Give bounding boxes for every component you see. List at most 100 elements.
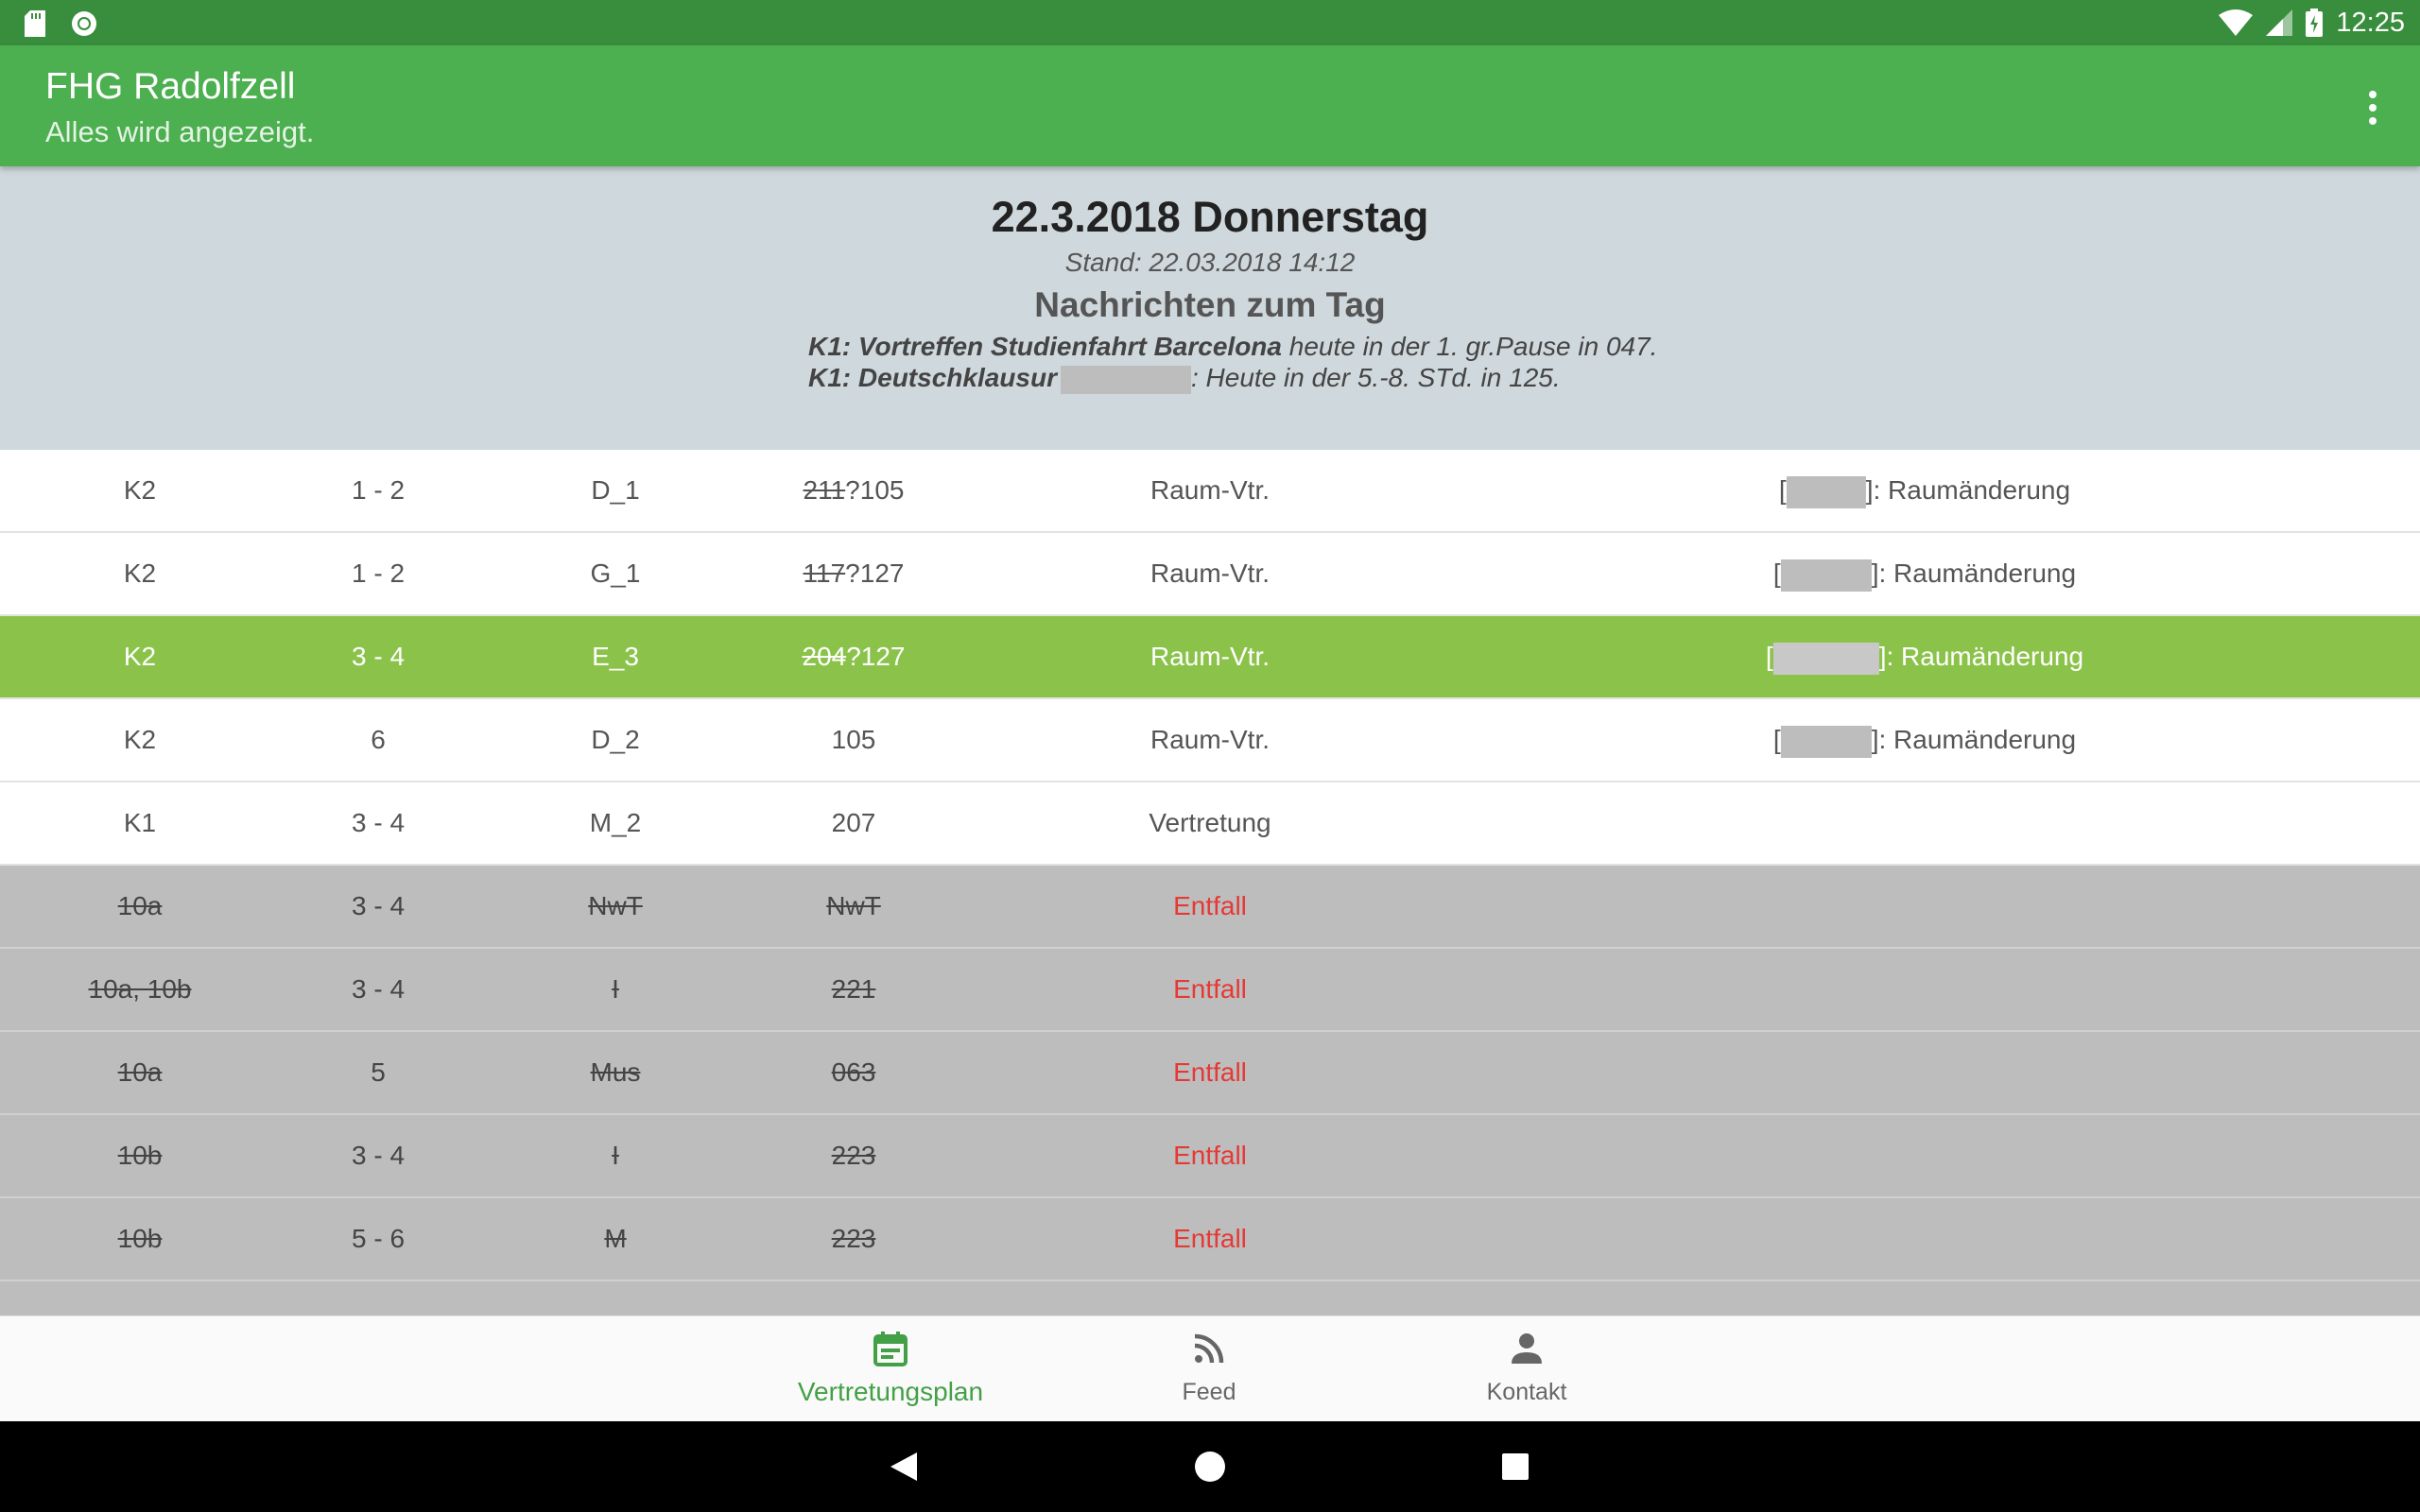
type-cell: Entfall (1173, 1057, 1247, 1087)
class-cell: 10a (117, 891, 163, 920)
hours-cell: 5 (371, 1057, 386, 1087)
more-vert-icon (2369, 91, 2377, 98)
type-cell: Entfall (1173, 891, 1247, 920)
subject-cell: I (612, 974, 619, 1004)
class-cell: 10a, 10b (88, 974, 192, 1004)
subject-cell: E_3 (592, 642, 639, 671)
substitution-row[interactable]: K1 3 - 4 M_2 207 Vertretung (0, 782, 2420, 866)
hours-cell: 3 - 4 (351, 1141, 406, 1170)
room-cell: 063 (831, 1057, 876, 1087)
substitution-list[interactable]: K2 1 - 2 D_1 211?105 Raum-Vtr. []: Raumä… (0, 450, 2420, 1315)
redacted-block (1786, 475, 1866, 508)
subject-cell: M (604, 1224, 627, 1253)
home-button[interactable] (1172, 1421, 1248, 1512)
type-cell: Raum-Vtr. (1150, 725, 1270, 754)
redacted-block (1772, 642, 1879, 675)
class-cell: K2 (123, 558, 157, 588)
hours-cell: 1 - 2 (351, 558, 406, 588)
nav-label: Kontakt (1486, 1379, 1567, 1405)
recents-square-icon (1502, 1453, 1529, 1480)
home-circle-icon (1195, 1452, 1225, 1482)
type-cell: Entfall (1173, 1141, 1247, 1170)
type-cell: Vertretung (1149, 808, 1271, 837)
nav-feed[interactable]: Feed (1058, 1316, 1360, 1422)
cancelled-row[interactable]: 10a, 10b 3 - 4 I 221 Entfall (0, 949, 2420, 1032)
note-cell: []: Raumänderung (1773, 533, 2076, 614)
substitution-row[interactable]: K2 1 - 2 G_1 117?127 Raum-Vtr. []: Raumä… (0, 533, 2420, 616)
message-item: K1: Vortreffen Studienfahrt Barcelona he… (808, 332, 1658, 361)
room-cell: 223 (831, 1141, 876, 1170)
bottom-navigation: Vertretungsplan Feed Kontakt (0, 1315, 2420, 1422)
old-room: 204 (802, 642, 847, 671)
day-header: 22.3.2018 Donnerstag Stand: 22.03.2018 1… (0, 166, 2420, 450)
old-room: 211 (803, 475, 846, 505)
nav-kontakt[interactable]: Kontakt (1375, 1316, 1678, 1422)
hours-cell: 3 - 4 (351, 891, 406, 920)
calendar-icon (873, 1332, 908, 1366)
substitution-row-highlighted[interactable]: K2 3 - 4 E_3 204?127 Raum-Vtr. []: Raumä… (0, 616, 2420, 699)
hours-cell: 6 (371, 725, 386, 754)
sd-card-icon (25, 10, 45, 37)
redacted-block (1780, 725, 1872, 758)
class-cell: 10b (117, 1224, 163, 1253)
class-cell: 10a (117, 1057, 163, 1087)
substitution-row[interactable]: K2 1 - 2 D_1 211?105 Raum-Vtr. []: Raumä… (0, 450, 2420, 533)
stand-timestamp: Stand: 22.03.2018 14:12 (1064, 248, 1356, 277)
room-cell: 204?127 (802, 616, 905, 697)
cancelled-row[interactable]: 10b 3 - 4 I 223 Entfall (0, 1115, 2420, 1198)
type-cell: Raum-Vtr. (1150, 475, 1270, 505)
type-cell: Entfall (1173, 974, 1247, 1004)
system-navigation-bar (0, 1421, 2420, 1512)
redacted-block (1060, 365, 1191, 394)
hours-cell: 3 - 4 (351, 808, 406, 837)
room-cell: 207 (831, 808, 876, 837)
substitution-row[interactable]: K2 6 D_2 105 Raum-Vtr. []: Raumänderung (0, 699, 2420, 782)
note-cell: []: Raumänderung (1773, 699, 2076, 781)
class-cell: K2 (123, 725, 157, 754)
back-button[interactable] (866, 1421, 942, 1512)
room-cell: NwT (826, 891, 881, 920)
subject-cell: NwT (588, 891, 643, 920)
nav-label: Feed (1182, 1379, 1236, 1405)
status-bar: 12:25 (0, 0, 2420, 45)
day-messages: K1: Vortreffen Studienfahrt Barcelona he… (808, 331, 1657, 394)
subject-cell: I (612, 1141, 619, 1170)
cancelled-row[interactable]: 10a 3 - 4 NwT NwT Entfall (0, 866, 2420, 949)
class-cell: 10b (117, 1141, 163, 1170)
room-cell: 105 (832, 699, 876, 781)
message-item: K1: Deutschklausur: Heute in der 5.-8. S… (808, 363, 1561, 394)
class-cell: K1 (123, 808, 157, 837)
person-icon (1512, 1333, 1542, 1364)
type-cell: Raum-Vtr. (1150, 642, 1270, 671)
cancelled-row[interactable]: 10b 5 - 6 M 223 Entfall (0, 1198, 2420, 1281)
cancelled-row-partial[interactable] (0, 1281, 2420, 1315)
new-room: ?127 (846, 642, 906, 671)
back-triangle-icon (890, 1452, 917, 1481)
subject-cell: D_2 (591, 725, 640, 754)
redacted-block (1780, 558, 1872, 592)
day-title: 22.3.2018 Donnerstag (991, 193, 1429, 241)
messages-heading: Nachrichten zum Tag (1034, 285, 1386, 324)
subject-cell: G_1 (590, 558, 641, 588)
app-subtitle: Alles wird angezeigt. (45, 115, 315, 148)
sync-circle-icon (72, 11, 96, 36)
overflow-menu-button[interactable] (2350, 81, 2395, 134)
hours-cell: 1 - 2 (351, 475, 406, 505)
new-room: 105 (831, 725, 876, 754)
type-cell: Entfall (1173, 1224, 1247, 1253)
recents-button[interactable] (1478, 1421, 1553, 1512)
room-cell: 221 (831, 974, 876, 1004)
nav-label: Vertretungsplan (797, 1377, 984, 1406)
subject-cell: Mus (590, 1057, 641, 1087)
room-cell: 223 (831, 1224, 876, 1253)
rss-feed-icon (1194, 1333, 1224, 1364)
room-cell: 117?127 (804, 533, 905, 614)
type-cell: Raum-Vtr. (1150, 558, 1270, 588)
class-cell: K2 (123, 475, 157, 505)
hours-cell: 3 - 4 (351, 974, 406, 1004)
nav-vertretungsplan[interactable]: Vertretungsplan (739, 1316, 1042, 1422)
note-cell: []: Raumänderung (1766, 616, 2083, 697)
cancelled-row[interactable]: 10a 5 Mus 063 Entfall (0, 1032, 2420, 1115)
clock: 12:25 (2336, 7, 2405, 38)
wifi-icon (2219, 9, 2254, 36)
